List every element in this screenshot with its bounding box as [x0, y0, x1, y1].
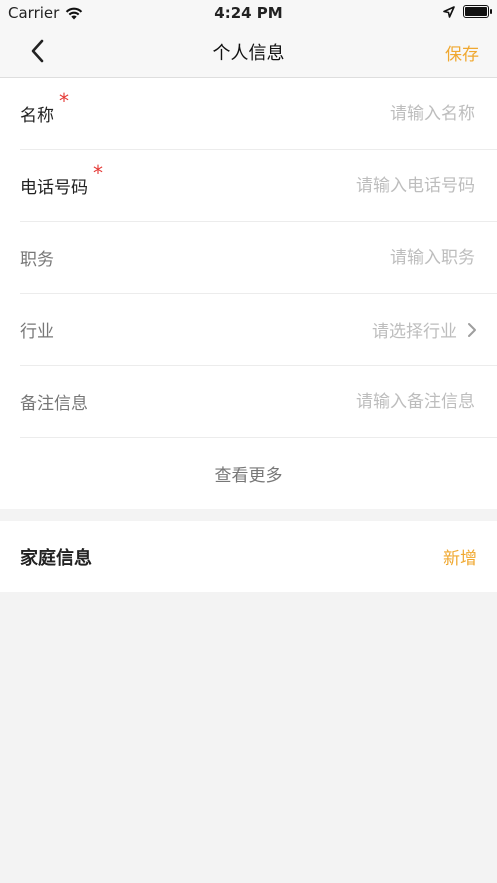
- required-indicator: *: [59, 89, 69, 113]
- page-title: 个人信息: [212, 43, 285, 64]
- required-indicator: *: [93, 161, 103, 185]
- phone-row: 电话号码 *: [20, 150, 497, 222]
- industry-select[interactable]: 请选择行业: [372, 294, 477, 365]
- position-label: 职务: [20, 250, 54, 270]
- save-button[interactable]: 保存: [445, 40, 479, 65]
- notes-row: 备注信息: [20, 366, 497, 438]
- phone-input[interactable]: [253, 150, 477, 221]
- battery-icon: [463, 5, 492, 18]
- name-label: 名称 *: [20, 89, 69, 126]
- chevron-right-icon: [468, 322, 476, 337]
- view-more-button[interactable]: 查看更多: [0, 438, 497, 509]
- battery-level: [465, 7, 487, 16]
- position-row: 职务: [20, 222, 497, 294]
- status-time: 4:24 PM: [214, 4, 283, 22]
- position-input[interactable]: [253, 222, 477, 293]
- notes-input[interactable]: [253, 366, 477, 437]
- industry-placeholder: 请选择行业: [372, 322, 457, 342]
- name-input[interactable]: [253, 78, 477, 149]
- phone-label: 电话号码 *: [20, 161, 103, 198]
- navigation-bar: 个人信息 保存: [0, 26, 497, 78]
- notes-label: 备注信息: [20, 394, 88, 414]
- personal-info-form: 名称 * 电话号码 * 职务 行业 请选择行业 备注信息 查看更多: [0, 78, 497, 509]
- family-info-title: 家庭信息: [20, 547, 92, 569]
- industry-row[interactable]: 行业 请选择行业: [20, 294, 497, 366]
- family-info-section: 家庭信息 新增: [0, 521, 497, 592]
- phone-label-text: 电话号码: [20, 178, 88, 198]
- name-row: 名称 *: [20, 78, 497, 150]
- status-right: [443, 5, 492, 18]
- section-divider: [0, 509, 497, 521]
- location-arrow-icon: [443, 5, 455, 18]
- status-bar: Carrier 4:24 PM: [0, 0, 497, 26]
- industry-label: 行业: [20, 322, 54, 342]
- name-label-text: 名称: [20, 106, 54, 126]
- add-family-button[interactable]: 新增: [443, 544, 477, 569]
